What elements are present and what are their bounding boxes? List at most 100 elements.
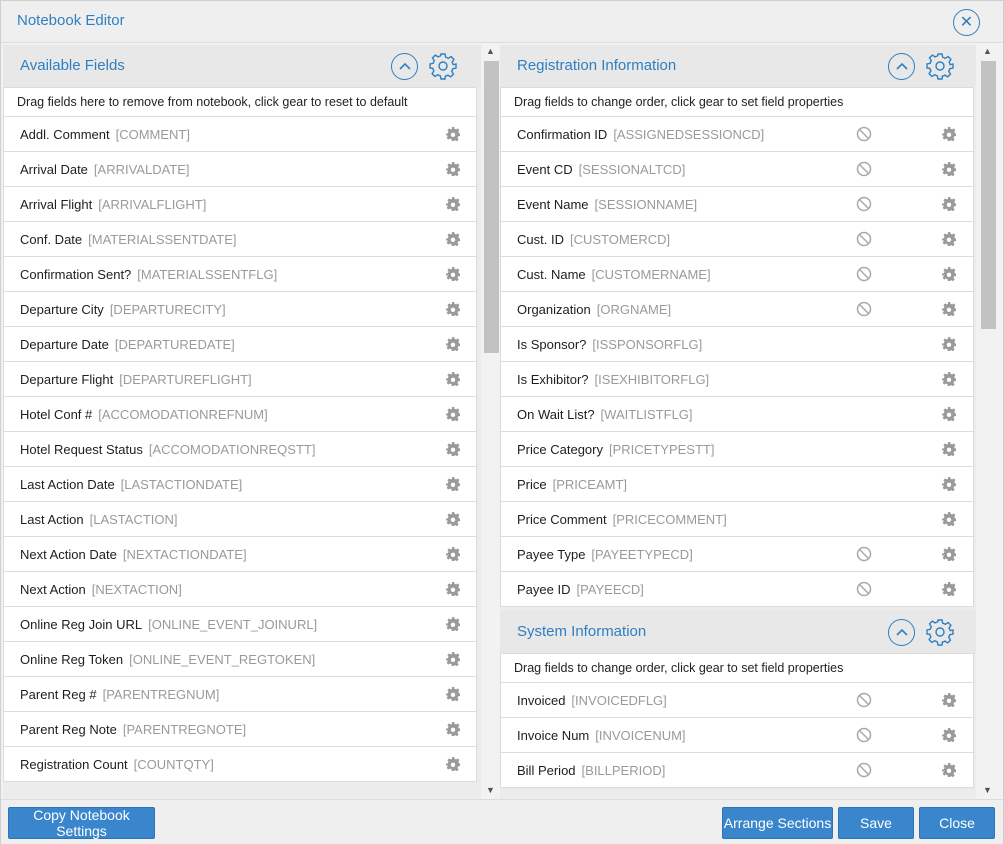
field-row[interactable]: Invoiced [INVOICEDFLG] [500,682,974,718]
field-row[interactable]: Invoice Num [INVOICENUM] [500,717,974,753]
field-row[interactable]: Cust. Name [CUSTOMERNAME] [500,256,974,292]
field-row[interactable]: Event CD [SESSIONALTCD] [500,151,974,187]
gear-icon[interactable] [445,616,461,632]
field-name: Organization [517,302,591,317]
field-row[interactable]: Organization [ORGNAME] [500,291,974,327]
field-row[interactable]: Departure Flight [DEPARTUREFLIGHT] [3,361,477,397]
ban-icon [856,762,872,778]
gear-icon[interactable] [445,476,461,492]
gear-icon[interactable] [445,336,461,352]
collapse-registration-button[interactable] [888,53,915,80]
collapse-available-button[interactable] [391,53,418,80]
field-row[interactable]: Last Action [LASTACTION] [3,501,477,537]
field-row[interactable]: Price [PRICEAMT] [500,466,974,502]
field-row[interactable]: Price Category [PRICETYPESTT] [500,431,974,467]
field-row[interactable]: On Wait List? [WAITLISTFLG] [500,396,974,432]
gear-icon[interactable] [445,126,461,142]
system-settings-gear-icon[interactable] [926,618,954,646]
gear-icon[interactable] [941,406,957,422]
field-row[interactable]: Online Reg Token [ONLINE_EVENT_REGTOKEN] [3,641,477,677]
ban-icon [856,581,872,597]
field-row[interactable]: Addl. Comment [COMMENT] [3,116,477,152]
gear-icon[interactable] [445,371,461,387]
reset-available-gear-icon[interactable] [429,52,457,80]
field-row[interactable]: Parent Reg Note [PARENTREGNOTE] [3,711,477,747]
gear-icon[interactable] [445,301,461,317]
gear-icon[interactable] [941,762,957,778]
gear-icon[interactable] [445,756,461,772]
sections-scroll-thumb[interactable] [981,61,996,329]
field-row[interactable]: Arrival Date [ARRIVALDATE] [3,151,477,187]
gear-icon[interactable] [941,692,957,708]
sections-scrollbar[interactable]: ▲ ▼ [980,45,997,799]
gear-icon[interactable] [941,126,957,142]
available-fields-list: Addl. Comment [COMMENT] Arrival Date [ARRIV… [3,116,481,782]
field-code: [PRICECOMMENT] [612,512,727,527]
close-button[interactable]: Close [919,807,995,839]
field-row[interactable]: Departure Date [DEPARTUREDATE] [3,326,477,362]
arrange-sections-button[interactable]: Arrange Sections [722,807,833,839]
copy-notebook-settings-button[interactable]: Copy Notebook Settings [8,807,155,839]
field-row[interactable]: Payee Type [PAYEETYPECD] [500,536,974,572]
field-name: Online Reg Join URL [20,617,143,632]
gear-icon[interactable] [445,511,461,527]
field-row[interactable]: Hotel Conf # [ACCOMODATIONREFNUM] [3,396,477,432]
field-row[interactable]: Arrival Flight [ARRIVALFLIGHT] [3,186,477,222]
gear-icon[interactable] [941,511,957,527]
available-fields-header: Available Fields [3,45,481,87]
gear-icon[interactable] [445,721,461,737]
field-name: Departure Flight [20,372,114,387]
available-scroll-thumb[interactable] [484,61,499,353]
gear-icon[interactable] [445,231,461,247]
gear-icon[interactable] [941,727,957,743]
gear-icon[interactable] [941,581,957,597]
gear-icon[interactable] [941,161,957,177]
gear-icon[interactable] [445,686,461,702]
gear-icon[interactable] [445,441,461,457]
field-label: Cust. ID [CUSTOMERCD] [517,232,670,247]
field-row[interactable]: Event Name [SESSIONNAME] [500,186,974,222]
field-row[interactable]: Bill Period [BILLPERIOD] [500,752,974,788]
gear-icon[interactable] [941,441,957,457]
field-row[interactable]: Departure City [DEPARTURECITY] [3,291,477,327]
gear-icon[interactable] [445,406,461,422]
gear-icon[interactable] [445,651,461,667]
field-row[interactable]: Last Action Date [LASTACTIONDATE] [3,466,477,502]
field-row[interactable]: Confirmation ID [ASSIGNEDSESSIONCD] [500,116,974,152]
gear-icon[interactable] [941,476,957,492]
gear-icon[interactable] [445,546,461,562]
gear-icon[interactable] [941,371,957,387]
gear-icon[interactable] [941,301,957,317]
field-row[interactable]: Cust. ID [CUSTOMERCD] [500,221,974,257]
field-row[interactable]: Next Action [NEXTACTION] [3,571,477,607]
gear-icon[interactable] [445,581,461,597]
field-row[interactable]: Payee ID [PAYEECD] [500,571,974,607]
field-row[interactable]: Online Reg Join URL [ONLINE_EVENT_JOINURL… [3,606,477,642]
gear-icon[interactable] [941,336,957,352]
field-label: Event CD [SESSIONALTCD] [517,162,685,177]
field-row[interactable]: Next Action Date [NEXTACTIONDATE] [3,536,477,572]
gear-icon[interactable] [445,196,461,212]
gear-icon[interactable] [445,266,461,282]
registration-header: Registration Information [500,45,976,87]
field-row[interactable]: Price Comment [PRICECOMMENT] [500,501,974,537]
field-row[interactable]: Parent Reg # [PARENTREGNUM] [3,676,477,712]
field-row[interactable]: Hotel Request Status [ACCOMODATIONREQSTT] [3,431,477,467]
registration-settings-gear-icon[interactable] [926,52,954,80]
ban-icon [856,196,872,212]
field-row[interactable]: Is Exhibitor? [ISEXHIBITORFLG] [500,361,974,397]
gear-icon[interactable] [941,546,957,562]
field-row[interactable]: Confirmation Sent? [MATERIALSSENTFLG] [3,256,477,292]
gear-icon[interactable] [941,196,957,212]
field-label: Departure Flight [DEPARTUREFLIGHT] [20,372,252,387]
save-button[interactable]: Save [838,807,914,839]
collapse-system-button[interactable] [888,619,915,646]
close-icon[interactable]: ✕ [953,9,980,36]
field-row[interactable]: Conf. Date [MATERIALSSENTDATE] [3,221,477,257]
field-row[interactable]: Is Sponsor? [ISSPONSORFLG] [500,326,974,362]
gear-icon[interactable] [445,161,461,177]
available-scrollbar[interactable]: ▲ ▼ [483,45,500,799]
gear-icon[interactable] [941,266,957,282]
field-row[interactable]: Registration Count [COUNTQTY] [3,746,477,782]
gear-icon[interactable] [941,231,957,247]
